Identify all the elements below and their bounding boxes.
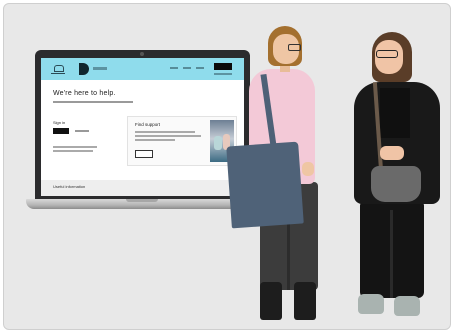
website-main: We're here to help. Sign in Find support [41, 80, 244, 190]
header-link [196, 67, 204, 69]
person-right-trousers [360, 200, 424, 298]
person-left-boot [260, 282, 282, 320]
header-sub-link [214, 73, 232, 75]
person-right-hands [380, 146, 404, 160]
support-card-text [135, 131, 195, 133]
person-right-shirt [380, 88, 410, 138]
support-card-text [135, 139, 175, 141]
website-subheading [53, 101, 133, 103]
laptop: We're here to help. Sign in Find support [35, 50, 250, 200]
person-left-glasses-icon [288, 44, 301, 51]
support-card-button [135, 150, 153, 158]
person-left-hand [302, 162, 314, 176]
support-card-title: Find support [135, 122, 161, 127]
header-link [183, 67, 191, 69]
signin-note [53, 146, 97, 148]
laptop-screen: We're here to help. Sign in Find support [41, 58, 244, 196]
support-card: Find support [127, 116, 237, 166]
website-footer: Useful information [41, 180, 244, 196]
logo-wordmark [93, 67, 107, 70]
laptop-notch [126, 199, 158, 202]
signin-alt-link [75, 130, 89, 132]
signin-button [53, 128, 69, 134]
webcam [140, 52, 144, 56]
signin-label: Sign in [53, 120, 66, 125]
person-right-shoe [394, 296, 420, 316]
person-right-shoe [358, 294, 384, 314]
header-nav-links [170, 67, 204, 69]
person-right-glasses-icon [376, 50, 398, 58]
person-left-boot [294, 282, 316, 320]
website-header [41, 58, 244, 80]
header-signin-button [214, 63, 232, 70]
government-crest-icon [51, 65, 65, 74]
site-logo-icon [79, 63, 89, 75]
person-left-arm [300, 92, 314, 164]
support-card-text [135, 135, 201, 137]
laptop-base [26, 199, 259, 209]
header-link [170, 67, 178, 69]
tote-bag [226, 141, 304, 229]
handbag [371, 166, 421, 202]
footer-title: Useful information [53, 184, 86, 189]
signin-note [53, 150, 93, 152]
illustration-frame: We're here to help. Sign in Find support [3, 3, 451, 330]
signin-section: Sign in [53, 120, 108, 152]
website-heading: We're here to help. [53, 90, 116, 97]
